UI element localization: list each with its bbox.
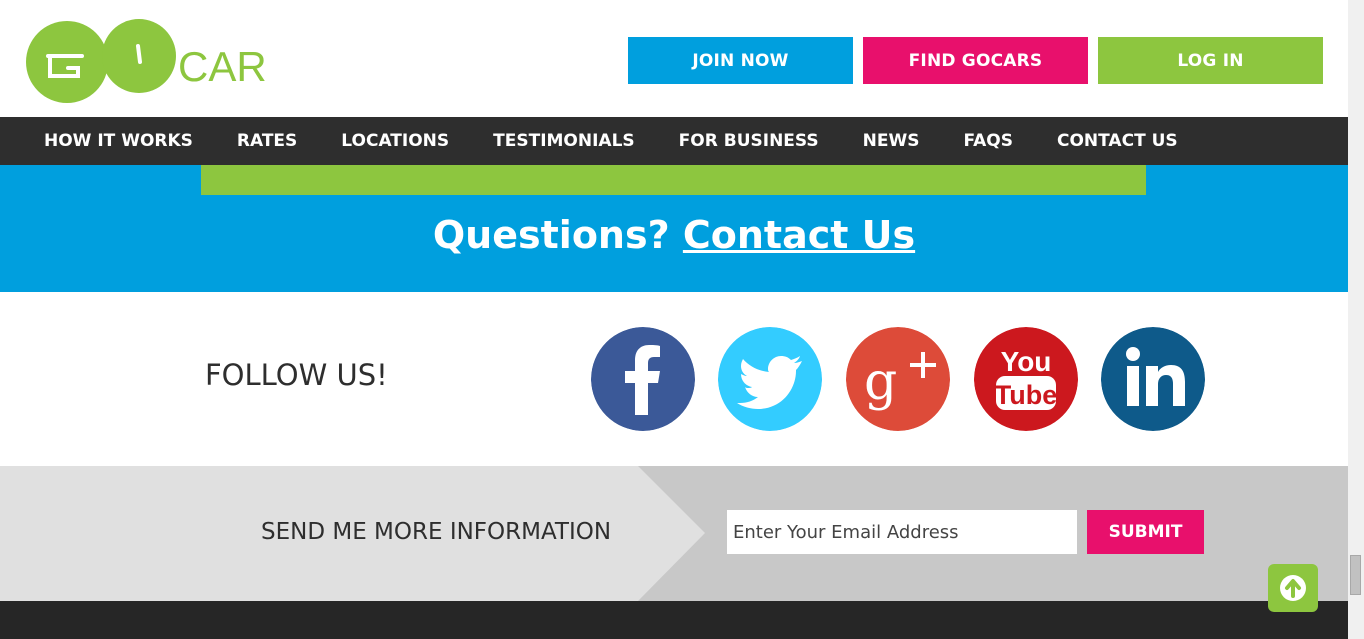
green-accent-bar xyxy=(201,165,1146,195)
email-input[interactable] xyxy=(727,510,1077,554)
questions-text: Questions? xyxy=(432,213,683,257)
main-nav: HOW IT WORKS RATES LOCATIONS TESTIMONIAL… xyxy=(0,117,1348,165)
svg-text:g: g xyxy=(864,352,897,412)
submit-button[interactable]: SUBMIT xyxy=(1087,510,1204,554)
nav-item-locations[interactable]: LOCATIONS xyxy=(319,131,471,151)
site-header: CAR JOIN NOW FIND GOCARS LOG IN xyxy=(0,0,1348,117)
back-to-top-button[interactable] xyxy=(1268,564,1318,612)
nav-item-faqs[interactable]: FAQS xyxy=(941,131,1035,151)
youtube-text-top: You xyxy=(1001,346,1052,377)
newsletter-section: SEND ME MORE INFORMATION SUBMIT xyxy=(0,466,1348,612)
google-plus-icon[interactable]: g xyxy=(846,327,950,431)
join-now-button[interactable]: JOIN NOW xyxy=(628,37,853,84)
youtube-icon[interactable]: You Tube xyxy=(974,327,1078,431)
nav-item-for-business[interactable]: FOR BUSINESS xyxy=(657,131,841,151)
twitter-icon[interactable] xyxy=(718,327,822,431)
contact-banner: Questions? Contact Us xyxy=(0,165,1348,292)
log-in-button[interactable]: LOG IN xyxy=(1098,37,1323,84)
linkedin-icon[interactable] xyxy=(1101,327,1205,431)
nav-item-contact-us[interactable]: CONTACT US xyxy=(1035,131,1200,151)
nav-item-testimonials[interactable]: TESTIMONIALS xyxy=(471,131,657,151)
nav-item-rates[interactable]: RATES xyxy=(215,131,319,151)
arrow-up-circle-icon xyxy=(1280,575,1306,601)
svg-text:CAR: CAR xyxy=(178,43,267,90)
facebook-icon[interactable] xyxy=(591,327,695,431)
newsletter-title: SEND ME MORE INFORMATION xyxy=(261,519,612,545)
vertical-scrollbar[interactable] xyxy=(1348,0,1364,639)
site-footer xyxy=(0,601,1348,639)
youtube-text-bottom: Tube xyxy=(995,380,1058,410)
gocar-logo[interactable]: CAR xyxy=(26,18,278,106)
follow-section: FOLLOW US! g You Tube xyxy=(0,292,1348,466)
follow-title: FOLLOW US! xyxy=(205,358,388,392)
contact-us-link[interactable]: Contact Us xyxy=(683,213,915,257)
nav-item-news[interactable]: NEWS xyxy=(841,131,942,151)
nav-item-how-it-works[interactable]: HOW IT WORKS xyxy=(22,131,215,151)
scrollbar-thumb[interactable] xyxy=(1350,555,1361,595)
page: CAR JOIN NOW FIND GOCARS LOG IN HOW IT W… xyxy=(0,0,1348,639)
find-gocars-button[interactable]: FIND GOCARS xyxy=(863,37,1088,84)
contact-heading: Questions? Contact Us xyxy=(0,213,1348,257)
